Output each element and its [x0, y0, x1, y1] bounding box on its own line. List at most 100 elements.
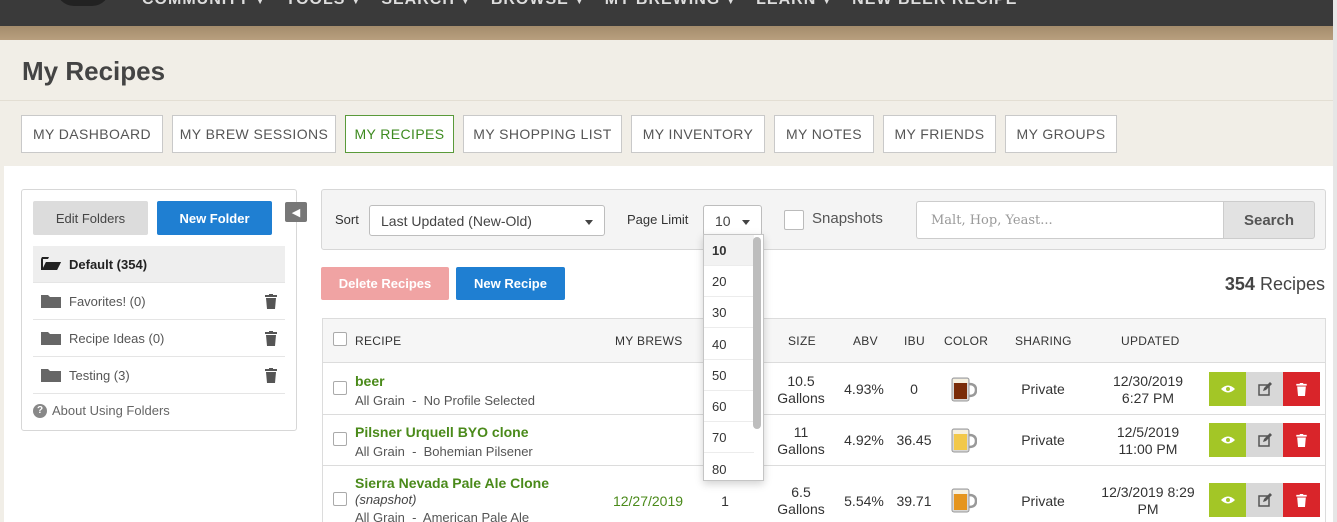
- eye-icon: [1220, 496, 1235, 504]
- delete-recipe-button[interactable]: [1283, 372, 1320, 406]
- recipe-name-link[interactable]: Pilsner Urquell BYO clone: [355, 424, 529, 440]
- nav-new-beer-recipe[interactable]: NEW BEER RECIPE: [852, 0, 1017, 9]
- folder-item-default[interactable]: Default (354): [33, 246, 285, 283]
- page-limit-option-20[interactable]: 20: [704, 266, 754, 297]
- recipe-subtitle: All Grain - No Profile Selected: [355, 393, 535, 408]
- page-limit-option-70[interactable]: 70: [704, 422, 754, 453]
- table-row[interactable]: Pilsner Urquell BYO clone All Grain - Bo…: [323, 415, 1325, 466]
- tab-my-shopping-list[interactable]: MY SHOPPING LIST: [463, 115, 622, 153]
- edit-recipe-button[interactable]: [1246, 423, 1283, 457]
- nav-search[interactable]: SEARCH▼: [381, 0, 470, 9]
- view-recipe-button[interactable]: [1209, 483, 1246, 517]
- dropdown-scrollbar[interactable]: [753, 237, 761, 429]
- tab-my-recipes[interactable]: MY RECIPES: [345, 115, 454, 153]
- tab-my-inventory[interactable]: MY INVENTORY: [631, 115, 765, 153]
- column-header-color[interactable]: COLOR: [944, 334, 988, 348]
- nav-browse[interactable]: BROWSE▼: [491, 0, 585, 9]
- column-header-abv[interactable]: ABV: [853, 334, 878, 348]
- nav-my-brewing[interactable]: MY BREWING▼: [605, 0, 736, 9]
- caret-down-icon: [742, 220, 750, 225]
- column-header-size[interactable]: SIZE: [788, 334, 816, 348]
- delete-recipe-button[interactable]: [1283, 423, 1320, 457]
- table-header: RECIPE MY BREWS SIZE ABV IBU COLOR SHARI…: [323, 319, 1325, 363]
- tab-my-dashboard[interactable]: MY DASHBOARD: [21, 115, 163, 153]
- view-recipe-button[interactable]: [1209, 372, 1246, 406]
- trash-icon: [1296, 493, 1307, 507]
- page-limit-option-50[interactable]: 50: [704, 360, 754, 391]
- recipe-subtitle: All Grain - Bohemian Pilsener: [355, 444, 533, 459]
- recipe-size: 11 Gallons: [777, 424, 825, 457]
- edit-icon: [1257, 433, 1272, 447]
- select-all-checkbox[interactable]: [333, 332, 347, 346]
- folder-item-recipe-ideas[interactable]: Recipe Ideas (0): [33, 320, 285, 357]
- view-recipe-button[interactable]: [1209, 423, 1246, 457]
- trash-icon[interactable]: [265, 331, 277, 346]
- chevron-down-icon: ▼: [351, 0, 362, 6]
- chevron-down-icon: ▼: [574, 0, 585, 6]
- trash-icon[interactable]: [265, 368, 277, 383]
- edit-recipe-button[interactable]: [1246, 483, 1283, 517]
- recipe-sharing: Private: [1021, 381, 1065, 397]
- page-limit-option-10[interactable]: 10: [704, 235, 754, 266]
- page-limit-option-30[interactable]: 30: [704, 297, 754, 328]
- folder-icon: [41, 369, 61, 382]
- row-checkbox[interactable]: [333, 381, 347, 395]
- chevron-down-icon: ▼: [255, 0, 266, 6]
- top-nav: COMMUNITY▼ TOOLS▼ SEARCH▼ BROWSE▼ MY BRE…: [0, 0, 1337, 26]
- recipe-name-link[interactable]: Sierra Nevada Pale Ale Clone: [355, 475, 549, 491]
- edit-icon: [1257, 493, 1272, 507]
- nav-tools[interactable]: TOOLS▼: [286, 0, 362, 9]
- delete-recipes-button[interactable]: Delete Recipes: [321, 267, 449, 300]
- about-folders-link[interactable]: ? About Using Folders: [33, 403, 170, 418]
- my-brews-date-link[interactable]: 12/27/2019: [603, 493, 693, 509]
- row-checkbox[interactable]: [333, 492, 347, 506]
- column-header-updated[interactable]: UPDATED: [1121, 334, 1180, 348]
- folder-icon: [41, 295, 61, 308]
- snapshots-label: Snapshots: [812, 210, 883, 227]
- column-header-recipe[interactable]: RECIPE: [355, 334, 401, 348]
- recipe-updated: 12/30/2019 6:27 PM: [1112, 373, 1184, 406]
- tab-my-friends[interactable]: MY FRIENDS: [883, 115, 996, 153]
- sort-label: Sort: [335, 212, 359, 227]
- filter-bar: Sort Last Updated (New-Old) Page Limit 1…: [321, 189, 1326, 250]
- delete-recipe-button[interactable]: [1283, 483, 1320, 517]
- table-row[interactable]: beer All Grain - No Profile Selected 10.…: [323, 364, 1325, 415]
- snapshots-checkbox[interactable]: [784, 210, 804, 230]
- edit-folders-button[interactable]: Edit Folders: [33, 201, 148, 235]
- tab-my-notes[interactable]: MY NOTES: [774, 115, 874, 153]
- search-button[interactable]: Search: [1223, 201, 1315, 239]
- page-limit-option-40[interactable]: 40: [704, 329, 754, 360]
- recipe-sharing: Private: [1021, 493, 1065, 509]
- page-limit-select[interactable]: 10: [703, 205, 762, 236]
- trash-icon[interactable]: [265, 294, 277, 309]
- recipe-name-link[interactable]: beer: [355, 373, 385, 389]
- folder-item-testing[interactable]: Testing (3): [33, 357, 285, 394]
- nav-learn[interactable]: LEARN▼: [756, 0, 832, 9]
- page-limit-option-60[interactable]: 60: [704, 391, 754, 422]
- top-nav-items: COMMUNITY▼ TOOLS▼ SEARCH▼ BROWSE▼ MY BRE…: [142, 0, 1017, 9]
- new-recipe-button[interactable]: New Recipe: [456, 267, 565, 300]
- page-limit-option-80[interactable]: 80: [704, 454, 754, 480]
- recipe-updated: 12/5/2019 11:00 PM: [1116, 424, 1180, 457]
- edit-recipe-button[interactable]: [1246, 372, 1283, 406]
- collapse-panel-button[interactable]: ◀: [285, 202, 307, 222]
- column-header-ibu[interactable]: IBU: [904, 334, 925, 348]
- tab-my-groups[interactable]: MY GROUPS: [1005, 115, 1117, 153]
- new-folder-button[interactable]: New Folder: [157, 201, 272, 235]
- folder-item-favorites[interactable]: Favorites! (0): [33, 283, 285, 320]
- column-header-my-brews[interactable]: MY BREWS: [615, 334, 683, 348]
- question-circle-icon: ?: [33, 403, 47, 418]
- tab-my-brew-sessions[interactable]: MY BREW SESSIONS: [172, 115, 336, 153]
- table-row[interactable]: Sierra Nevada Pale Ale Clone (snapshot) …: [323, 466, 1325, 522]
- folder-open-icon: [41, 257, 61, 270]
- nav-community[interactable]: COMMUNITY▼: [142, 0, 266, 9]
- beer-mug-icon: [951, 428, 977, 453]
- row-checkbox[interactable]: [333, 432, 347, 446]
- sort-select[interactable]: Last Updated (New-Old): [369, 205, 605, 236]
- column-header-sharing[interactable]: SHARING: [1015, 334, 1072, 348]
- site-logo[interactable]: [56, 0, 110, 6]
- recipe-count: 354 Recipes: [1224, 274, 1325, 294]
- search-input[interactable]: Malt, Hop, Yeast...: [916, 201, 1224, 239]
- folder-label: Favorites! (0): [69, 293, 146, 309]
- folder-label: Default (354): [69, 256, 148, 272]
